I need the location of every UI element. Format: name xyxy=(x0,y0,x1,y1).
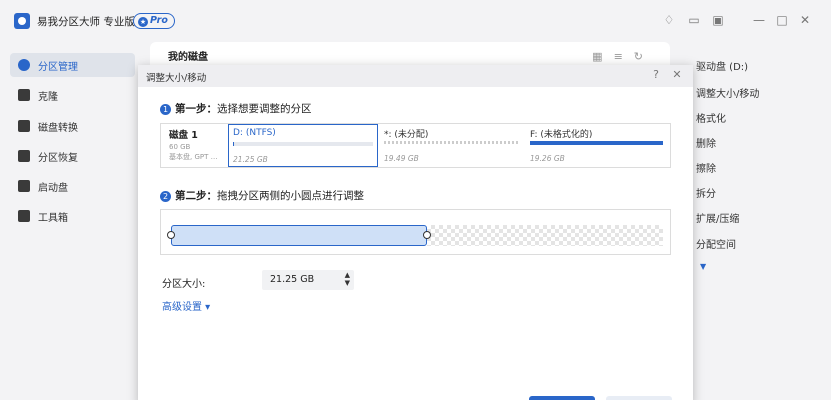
sidebar-item-boot-disk[interactable]: 启动盘 xyxy=(10,174,135,198)
cancel-button[interactable] xyxy=(606,396,672,400)
notification-bell-icon[interactable]: ♢ xyxy=(662,13,676,27)
partition-usage-fill xyxy=(530,141,663,145)
step-text: 拖拽分区两侧的小圆点进行调整 xyxy=(217,190,364,202)
sidebar-item-label: 分区管理 xyxy=(38,62,78,73)
star-icon: ★ xyxy=(138,17,148,27)
step-number-badge: 2 xyxy=(160,191,171,202)
size-label: 分区大小: xyxy=(162,279,206,290)
sidebar-item-partition-recovery[interactable]: 分区恢复 xyxy=(10,144,135,168)
dialog-title: 调整大小/移动 xyxy=(146,73,207,84)
pie-chart-icon xyxy=(18,59,30,71)
page-title: 我的磁盘 xyxy=(168,52,208,63)
partition-label: *: (未分配) xyxy=(384,130,429,140)
sidebar-item-label: 磁盘转换 xyxy=(38,123,78,134)
partition-label: F: (未格式化的) xyxy=(530,130,593,140)
sidebar-item-clone[interactable]: 克隆 xyxy=(10,83,135,107)
partition-resize-block[interactable] xyxy=(171,225,427,246)
help-icon[interactable]: ? xyxy=(649,68,663,82)
op-drive-label: 驱动盘 (D:) xyxy=(696,62,749,73)
toolbox-icon xyxy=(18,210,30,222)
chevron-down-icon[interactable]: ▼ xyxy=(700,262,706,271)
sidebar: 分区管理 克隆 磁盘转换 分区恢复 启动盘 工具箱 xyxy=(0,44,138,400)
pro-badge-label: Pro xyxy=(150,15,168,26)
partition-d[interactable]: D: (NTFS) 21.25 GB xyxy=(228,124,378,167)
sidebar-item-label: 工具箱 xyxy=(38,213,68,224)
size-stepper[interactable]: 21.25 GB ▲ ▼ xyxy=(262,270,354,290)
op-split[interactable]: 拆分 xyxy=(696,185,716,200)
view-toggle-icons[interactable]: ▦≡↻ xyxy=(592,50,654,63)
resize-slider xyxy=(160,209,671,255)
partition-capacity: 21.25 GB xyxy=(233,155,268,164)
partition-usage-fill xyxy=(233,142,235,146)
sidebar-item-label: 克隆 xyxy=(38,92,58,103)
right-resize-handle[interactable] xyxy=(423,231,431,239)
step-title: 第一步： xyxy=(175,103,217,115)
op-format[interactable]: 格式化 xyxy=(696,110,726,125)
partition-unallocated[interactable]: *: (未分配) 19.49 GB xyxy=(380,124,524,167)
disk-name: 磁盘 1 xyxy=(169,130,198,141)
sidebar-item-toolbox[interactable]: 工具箱 xyxy=(10,204,135,228)
step-text: 选择想要调整的分区 xyxy=(217,103,312,115)
feedback-icon[interactable]: ▭ xyxy=(687,13,701,27)
partition-capacity: 19.26 GB xyxy=(530,154,565,163)
operations-panel: 驱动盘 (D:) 调整大小/移动 格式化 删除 擦除 拆分 扩展/压缩 分配空间… xyxy=(688,44,831,400)
app-logo-icon xyxy=(14,13,30,29)
close-icon[interactable]: ✕ xyxy=(670,68,684,82)
title-bar: 易我分区大师 专业版 ★ Pro ♢ ▭ ▣ — □ ✕ xyxy=(0,0,831,44)
sidebar-item-label: 启动盘 xyxy=(38,183,68,194)
op-extend-shrink[interactable]: 扩展/压缩 xyxy=(696,210,739,225)
disk-info: 磁盘 1 60 GB 基本盘, GPT … xyxy=(169,127,218,161)
clone-icon xyxy=(18,89,30,101)
step-2-heading: 2 第二步：拖拽分区两侧的小圆点进行调整 xyxy=(160,188,364,203)
advanced-settings-link[interactable]: 高级设置 ▾ xyxy=(162,298,210,313)
partition-usage-bar xyxy=(530,141,663,145)
ok-button[interactable] xyxy=(529,396,595,400)
op-allocate-space[interactable]: 分配空间 xyxy=(696,236,736,251)
disk-type: 基本盘, GPT … xyxy=(169,153,218,161)
close-icon[interactable]: ✕ xyxy=(798,13,812,27)
stepper-arrows-icon[interactable]: ▲ ▼ xyxy=(345,271,350,287)
maximize-icon[interactable]: □ xyxy=(775,13,789,27)
partition-label: D: (NTFS) xyxy=(233,128,276,138)
partition-usage-bar xyxy=(384,141,520,144)
disk-size: 60 GB xyxy=(169,143,191,151)
pro-badge[interactable]: ★ Pro xyxy=(133,13,175,29)
partition-usage-bar xyxy=(233,142,373,146)
left-resize-handle[interactable] xyxy=(167,231,175,239)
app-title: 易我分区大师 专业版 xyxy=(37,16,135,28)
resize-move-dialog: 调整大小/移动 ? ✕ 1 第一步：选择想要调整的分区 磁盘 1 60 GB 基本… xyxy=(138,65,693,400)
dialog-header: 调整大小/移动 ? ✕ xyxy=(138,65,693,87)
size-value[interactable]: 21.25 GB xyxy=(270,274,314,285)
step-1-heading: 1 第一步：选择想要调整的分区 xyxy=(160,101,312,116)
op-wipe[interactable]: 擦除 xyxy=(696,160,716,175)
step-number-badge: 1 xyxy=(160,104,171,115)
sidebar-item-partition-manager[interactable]: 分区管理 xyxy=(10,53,135,77)
disk-convert-icon xyxy=(18,120,30,132)
sidebar-item-label: 分区恢复 xyxy=(38,153,78,164)
step-title: 第二步： xyxy=(175,190,217,202)
partition-capacity: 19.49 GB xyxy=(384,154,419,163)
recovery-icon xyxy=(18,150,30,162)
op-delete[interactable]: 删除 xyxy=(696,135,716,150)
boot-disk-icon xyxy=(18,180,30,192)
unallocated-space-block xyxy=(427,225,663,246)
op-resize-move[interactable]: 调整大小/移动 xyxy=(696,85,759,100)
sidebar-item-disk-convert[interactable]: 磁盘转换 xyxy=(10,114,135,138)
menu-icon[interactable]: ▣ xyxy=(711,13,725,27)
minimize-icon[interactable]: — xyxy=(752,13,766,27)
disk-map: 磁盘 1 60 GB 基本盘, GPT … D: (NTFS) 21.25 GB… xyxy=(160,123,671,168)
partition-f[interactable]: F: (未格式化的) 19.26 GB xyxy=(526,124,670,167)
